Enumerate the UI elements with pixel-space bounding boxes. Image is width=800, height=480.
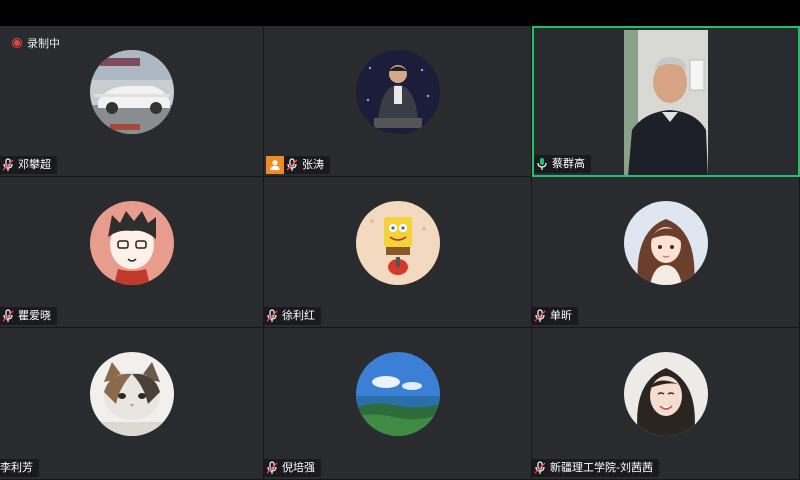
participant-nameplate: 瞿爱晓 — [0, 307, 57, 325]
mic-active-icon[interactable] — [536, 157, 548, 171]
mic-muted-icon[interactable] — [534, 309, 546, 323]
participant-name: 张涛 — [302, 158, 324, 171]
participant-tile[interactable]: 李利芳 — [0, 328, 264, 480]
participant-name: 单昕 — [550, 309, 572, 322]
record-icon — [12, 38, 22, 48]
car-photo-icon — [89, 50, 174, 134]
recording-label: 录制中 — [27, 37, 60, 50]
mic-muted-icon[interactable] — [286, 158, 298, 172]
recording-indicator: 录制中 — [12, 35, 60, 51]
participant-tile[interactable]: 张涛 — [264, 26, 532, 177]
cat-photo-icon — [89, 352, 174, 436]
avatar — [89, 352, 174, 436]
avatar — [355, 201, 440, 285]
participant-tile[interactable]: 新疆理工学院-刘茜茜 — [532, 328, 800, 480]
participant-nameplate: 蔡群高 — [534, 155, 591, 173]
video-grid: 录制中 邓攀超 张涛 蔡群高 瞿爱晓 徐利红 单昕 李利芳 倪培强 新疆理工学院… — [0, 26, 800, 480]
mic-muted-icon[interactable] — [266, 461, 278, 475]
participant-tile-active-speaker[interactable]: 蔡群高 — [532, 26, 800, 177]
participant-name: 倪培强 — [282, 461, 315, 474]
mic-muted-icon[interactable] — [534, 461, 546, 475]
participant-tile[interactable]: 倪培强 — [264, 328, 532, 480]
participant-nameplate: 单昕 — [532, 307, 578, 325]
landscape-photo-icon — [355, 352, 440, 436]
participant-nameplate: 邓攀超 — [0, 156, 57, 174]
mic-muted-icon[interactable] — [2, 158, 14, 172]
participant-name: 蔡群高 — [552, 157, 585, 170]
girl-photo-icon — [623, 352, 708, 436]
participant-tile[interactable]: 瞿爱晓 — [0, 177, 264, 328]
live-video-icon — [624, 30, 708, 175]
user-icon — [270, 160, 280, 171]
participant-nameplate: 倪培强 — [264, 459, 321, 477]
participant-nameplate: 徐利红 — [264, 307, 321, 325]
avatar — [355, 50, 440, 134]
participant-tile[interactable]: 录制中 邓攀超 — [0, 26, 264, 177]
participant-name: 新疆理工学院-刘茜茜 — [550, 461, 653, 474]
participant-name: 瞿爱晓 — [18, 309, 51, 322]
host-badge — [266, 156, 284, 174]
cartoon-sponge-icon — [355, 201, 440, 285]
participant-nameplate: 李利芳 — [0, 459, 39, 477]
avatar — [89, 50, 174, 134]
participant-tile[interactable]: 徐利红 — [264, 177, 532, 328]
participant-video — [624, 30, 708, 175]
participant-name: 徐利红 — [282, 309, 315, 322]
participant-tile[interactable]: 单昕 — [532, 177, 800, 328]
mic-muted-icon[interactable] — [2, 309, 14, 323]
participant-nameplate: 新疆理工学院-刘茜茜 — [532, 459, 659, 477]
man-suit-photo-icon — [355, 50, 440, 134]
top-bar — [0, 0, 800, 26]
mic-muted-icon[interactable] — [266, 309, 278, 323]
avatar — [355, 352, 440, 436]
participant-name: 李利芳 — [0, 461, 33, 474]
participant-nameplate: 张涛 — [284, 156, 330, 174]
anime-girl-icon — [623, 201, 708, 285]
avatar — [623, 201, 708, 285]
avatar — [623, 352, 708, 436]
participant-name: 邓攀超 — [18, 158, 51, 171]
avatar — [89, 201, 174, 285]
cartoon-boy-icon — [89, 201, 174, 285]
